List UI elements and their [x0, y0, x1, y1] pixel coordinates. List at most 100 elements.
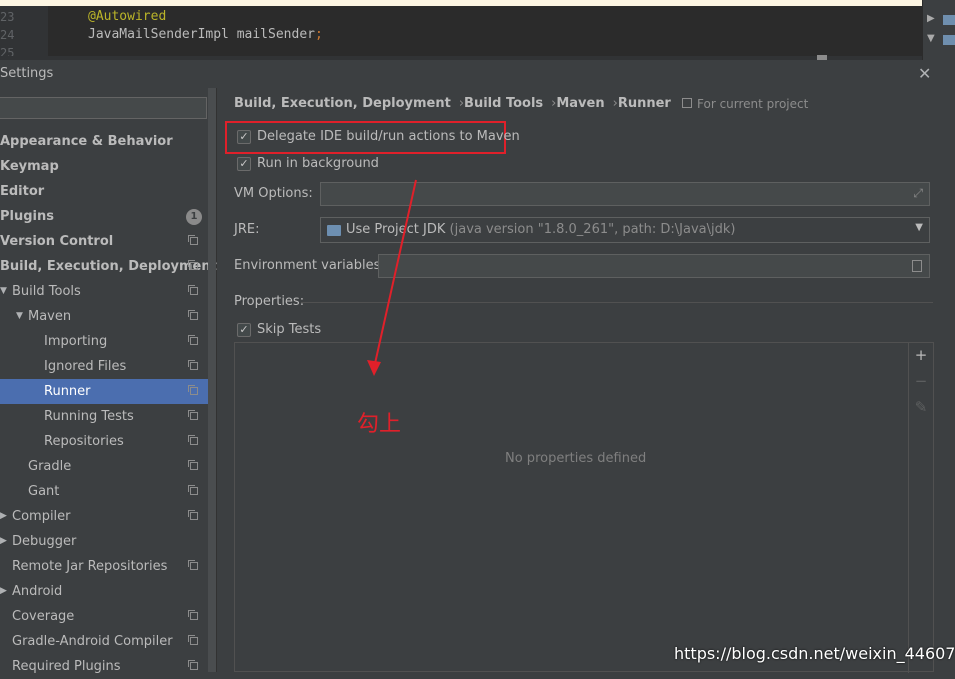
- sidebar-item-label: Maven: [28, 309, 72, 324]
- project-settings-icon: [188, 435, 198, 445]
- project-settings-icon: [188, 460, 198, 470]
- sidebar-item-remote-jar-repositories[interactable]: Remote Jar Repositories: [0, 554, 216, 579]
- sidebar-item-maven[interactable]: ▼ Maven: [0, 304, 216, 329]
- collapsed-arrow-icon[interactable]: ▶: [0, 529, 7, 554]
- sidebar-item-label: Gradle: [28, 459, 72, 474]
- sidebar-item-running-tests[interactable]: Running Tests: [0, 404, 216, 429]
- sidebar-item-coverage[interactable]: Coverage: [0, 604, 216, 629]
- project-settings-icon: [188, 485, 198, 495]
- env-vars-input[interactable]: [378, 254, 930, 278]
- sidebar-item-label: Build, Execution, Deployment: [0, 259, 217, 274]
- properties-label: Properties:: [234, 294, 305, 309]
- properties-table[interactable]: No properties defined + − ✎: [234, 342, 934, 673]
- sidebar-item-label: Compiler: [12, 509, 71, 524]
- run-in-background-label[interactable]: Run in background: [257, 156, 379, 171]
- dialog-title: Settings: [0, 66, 54, 81]
- sidebar-item-compiler[interactable]: ▶ Compiler: [0, 504, 216, 529]
- update-count-badge: 1: [186, 209, 202, 225]
- collapsed-arrow-icon[interactable]: ▶: [0, 579, 7, 604]
- sidebar-scrollbar[interactable]: [208, 88, 216, 672]
- expand-field-icon[interactable]: ⤢: [913, 186, 923, 201]
- sidebar-item-gradle[interactable]: Gradle: [0, 454, 216, 479]
- sidebar-item-label: Keymap: [0, 159, 59, 174]
- skip-tests-checkbox[interactable]: ✓: [237, 323, 251, 337]
- sidebar-item-editor[interactable]: Editor: [0, 179, 216, 204]
- sidebar-item-gradle-android-compiler[interactable]: Gradle-Android Compiler: [0, 629, 216, 654]
- project-settings-icon: [188, 610, 198, 620]
- sidebar-item-required-plugins[interactable]: Required Plugins: [0, 654, 216, 679]
- jdk-folder-icon: [327, 225, 341, 236]
- run-in-background-checkbox[interactable]: ✓: [237, 157, 251, 171]
- project-settings-icon: [188, 285, 198, 295]
- expand-right-icon[interactable]: ▶: [927, 13, 935, 24]
- sidebar-item-label: Debugger: [12, 534, 77, 549]
- sidebar-item-label: Remote Jar Repositories: [12, 559, 168, 574]
- remove-icon[interactable]: −: [914, 372, 928, 390]
- sidebar-item-label: Importing: [44, 334, 108, 349]
- sidebar-item-keymap[interactable]: Keymap: [0, 154, 216, 179]
- sidebar-item-label: Build Tools: [12, 284, 81, 299]
- delegate-checkbox-label[interactable]: Delegate IDE build/run actions to Maven: [257, 129, 520, 144]
- breadcrumb-item: Build, Execution, Deployment: [234, 96, 451, 111]
- collapsed-arrow-icon[interactable]: ▶: [0, 504, 7, 529]
- project-settings-icon: [188, 310, 198, 320]
- close-icon[interactable]: ✕: [918, 64, 931, 83]
- env-vars-label: Environment variables:: [234, 258, 385, 273]
- settings-content: Build, Execution, Deployment ›Build Tools…: [217, 88, 950, 673]
- settings-search-input[interactable]: [0, 97, 207, 119]
- expanded-arrow-icon[interactable]: ▼: [0, 279, 7, 304]
- editor-gutter: 23 24 25: [0, 6, 48, 60]
- sidebar-item-label: Version Control: [0, 234, 114, 249]
- sidebar-item-ignored-files[interactable]: Ignored Files: [0, 354, 216, 379]
- settings-dialog: Settings ✕ Appearance & Behavior Keymap Ed…: [0, 60, 950, 674]
- code-line-annotation: @Autowired: [88, 9, 167, 24]
- sidebar-item-build-tools[interactable]: ▼ Build Tools: [0, 279, 216, 304]
- for-current-project-hint: For current project: [682, 97, 808, 111]
- sidebar-item-appearance-behavior[interactable]: Appearance & Behavior: [0, 129, 216, 154]
- skip-tests-label[interactable]: Skip Tests: [257, 322, 321, 337]
- sidebar-item-importing[interactable]: Importing: [0, 329, 216, 354]
- sidebar-item-debugger[interactable]: ▶ Debugger: [0, 529, 216, 554]
- breadcrumb-item: Runner: [617, 96, 671, 111]
- jre-hint: (java version "1.8.0_261", path: D:\Java…: [449, 222, 736, 237]
- project-settings-icon: [188, 660, 198, 670]
- jre-label: JRE:: [234, 222, 260, 237]
- sidebar-item-version-control[interactable]: Version Control: [0, 229, 216, 254]
- watermark: https://blog.csdn.net/weixin_44607385: [674, 644, 955, 663]
- sidebar-item-plugins[interactable]: Plugins 1: [0, 204, 216, 229]
- sidebar-item-label: Ignored Files: [44, 359, 127, 374]
- sidebar-item-label: Plugins: [0, 209, 54, 224]
- table-toolbar: + − ✎: [908, 343, 933, 673]
- edit-icon[interactable]: ✎: [914, 398, 928, 416]
- project-settings-icon: [188, 235, 198, 245]
- breadcrumb-item: Build Tools: [464, 96, 544, 111]
- sidebar-item-gant[interactable]: Gant: [0, 479, 216, 504]
- chevron-down-icon[interactable]: ▼: [915, 222, 923, 233]
- module-folder-icon: [943, 35, 955, 45]
- code-text: JavaMailSenderImpl mailSender: [88, 27, 315, 42]
- sidebar-item-label: Gant: [28, 484, 60, 499]
- project-settings-icon: [188, 335, 198, 345]
- project-settings-icon: [188, 360, 198, 370]
- line-number: 23: [0, 10, 15, 24]
- sidebar-item-android[interactable]: ▶ Android: [0, 579, 216, 604]
- sidebar-item-repositories[interactable]: Repositories: [0, 429, 216, 454]
- sidebar-item-build-execution-deployment[interactable]: Build, Execution, Deployment: [0, 254, 217, 279]
- sidebar-item-label: Repositories: [44, 434, 124, 449]
- line-number: 24: [0, 28, 15, 42]
- empty-properties-text: No properties defined: [505, 451, 647, 466]
- expanded-arrow-icon[interactable]: ▼: [16, 304, 23, 329]
- delegate-checkbox[interactable]: ✓: [237, 130, 251, 144]
- breadcrumb: Build, Execution, Deployment ›Build Tools…: [234, 96, 671, 111]
- properties-divider: [301, 302, 933, 303]
- sidebar-item-label: Gradle-Android Compiler: [12, 634, 173, 649]
- project-settings-icon: [188, 410, 198, 420]
- sidebar-item-runner[interactable]: Runner: [0, 379, 216, 404]
- vm-options-input[interactable]: ⤢: [320, 182, 930, 206]
- add-icon[interactable]: +: [914, 346, 928, 364]
- browse-document-icon[interactable]: [912, 260, 922, 272]
- jre-select[interactable]: Use Project JDK (java version "1.8.0_261…: [320, 217, 930, 243]
- for-current-project-label: For current project: [697, 97, 809, 111]
- collapse-down-icon[interactable]: ▼: [927, 33, 935, 44]
- breadcrumb-item: Maven: [556, 96, 605, 111]
